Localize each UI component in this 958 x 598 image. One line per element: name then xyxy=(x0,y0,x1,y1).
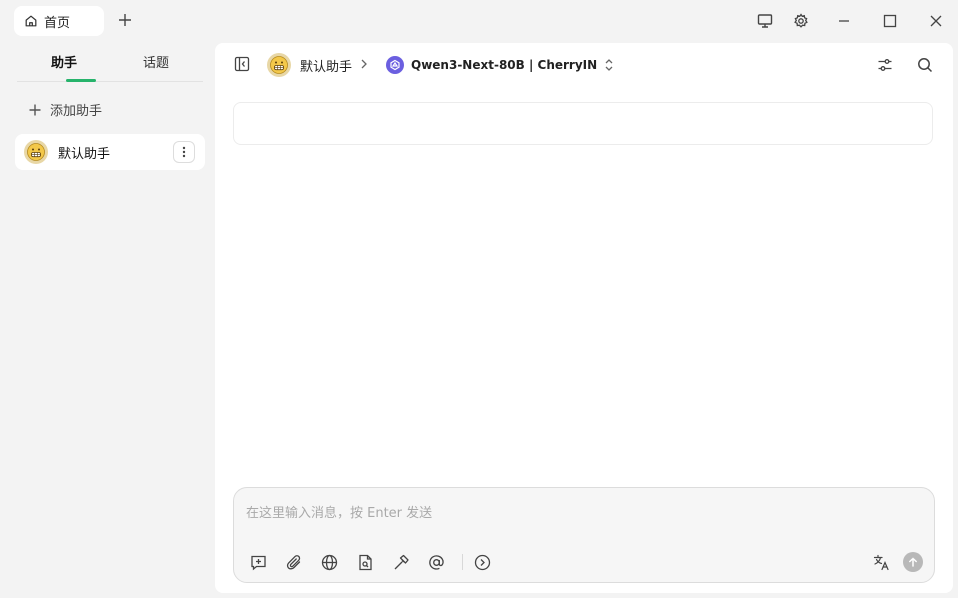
assistant-breadcrumb[interactable]: 默认助手 xyxy=(267,53,352,77)
chat-panel: 默认助手 Qwen3-Next-80B | CherryIN xyxy=(215,43,953,593)
model-selector[interactable]: Qwen3-Next-80B | CherryIN xyxy=(386,56,614,74)
assistant-name: 默认助手 xyxy=(58,146,111,162)
minimize-button[interactable] xyxy=(833,10,855,32)
close-icon xyxy=(930,15,942,27)
settings-button[interactable] xyxy=(790,10,812,32)
search-button[interactable] xyxy=(917,57,933,73)
avatar xyxy=(267,53,291,77)
assistant-more-button[interactable] xyxy=(173,141,195,163)
expand-tools-button[interactable] xyxy=(471,551,493,573)
tools-button[interactable] xyxy=(390,551,412,573)
grinning-face-icon xyxy=(27,143,45,161)
message-input[interactable] xyxy=(246,502,906,524)
active-tab-indicator xyxy=(66,79,96,82)
chevron-up-down-icon xyxy=(605,59,613,71)
home-tab-label: 首页 xyxy=(44,15,71,31)
grinning-face-icon xyxy=(270,56,288,74)
search-icon xyxy=(918,58,933,73)
new-topic-icon xyxy=(250,555,266,570)
display-button[interactable] xyxy=(754,10,776,32)
sidebar-toggle-icon xyxy=(234,56,250,72)
gear-icon xyxy=(794,13,808,28)
chevron-right-icon xyxy=(361,59,367,69)
file-search-icon xyxy=(358,554,372,570)
web-search-button[interactable] xyxy=(318,551,340,573)
close-window-button[interactable] xyxy=(925,10,947,32)
maximize-button[interactable] xyxy=(879,10,901,32)
model-logo-icon xyxy=(386,56,404,74)
header-assistant-name: 默认助手 xyxy=(300,59,353,75)
new-tab-button[interactable] xyxy=(115,10,135,30)
sliders-icon xyxy=(878,59,892,71)
title-bar: 首页 xyxy=(0,0,958,42)
more-vertical-icon xyxy=(182,146,186,158)
home-tab[interactable]: 首页 xyxy=(14,6,104,36)
home-icon xyxy=(25,15,37,27)
new-topic-button[interactable] xyxy=(247,551,269,573)
minimize-icon xyxy=(839,20,849,22)
add-assistant-label: 添加助手 xyxy=(50,104,103,119)
avatar xyxy=(24,140,48,164)
globe-icon xyxy=(321,554,337,570)
paperclip-icon xyxy=(286,554,300,569)
at-sign-icon xyxy=(428,554,444,570)
send-button[interactable] xyxy=(903,552,923,572)
sidebar-item-default-assistant[interactable]: 默认助手 xyxy=(15,134,205,170)
maximize-icon xyxy=(883,14,897,28)
monitor-icon xyxy=(757,14,773,28)
add-assistant-button[interactable]: 添加助手 xyxy=(28,100,102,119)
hammer-icon xyxy=(394,554,409,569)
breadcrumb-separator xyxy=(359,58,369,70)
app-window: 首页 助手 话题 添加助手 默认助手 默认助手 Qwen3-Next-80B |… xyxy=(0,0,958,598)
plus-icon xyxy=(29,104,41,115)
sidebar-tabs: 助手 话题 xyxy=(17,42,203,82)
toggle-sidebar-button[interactable] xyxy=(234,56,250,72)
mention-button[interactable] xyxy=(425,551,447,573)
plus-icon xyxy=(119,14,131,26)
chevron-right-circle-icon xyxy=(474,554,490,570)
translate-icon xyxy=(873,554,889,570)
tab-topics[interactable]: 话题 xyxy=(143,52,169,71)
chat-settings-button[interactable] xyxy=(877,57,893,73)
chat-header: 默认助手 Qwen3-Next-80B | CherryIN xyxy=(215,43,953,87)
translate-button[interactable] xyxy=(870,551,892,573)
sidebar: 助手 话题 添加助手 默认助手 xyxy=(0,42,215,598)
tab-assistants[interactable]: 助手 xyxy=(51,52,77,71)
model-name: Qwen3-Next-80B | CherryIN xyxy=(411,58,598,72)
arrow-up-icon xyxy=(909,557,917,567)
message-card xyxy=(233,102,933,145)
attach-button[interactable] xyxy=(283,551,305,573)
toolbar-divider xyxy=(462,554,463,570)
message-composer xyxy=(233,487,935,583)
knowledge-base-button[interactable] xyxy=(354,551,376,573)
